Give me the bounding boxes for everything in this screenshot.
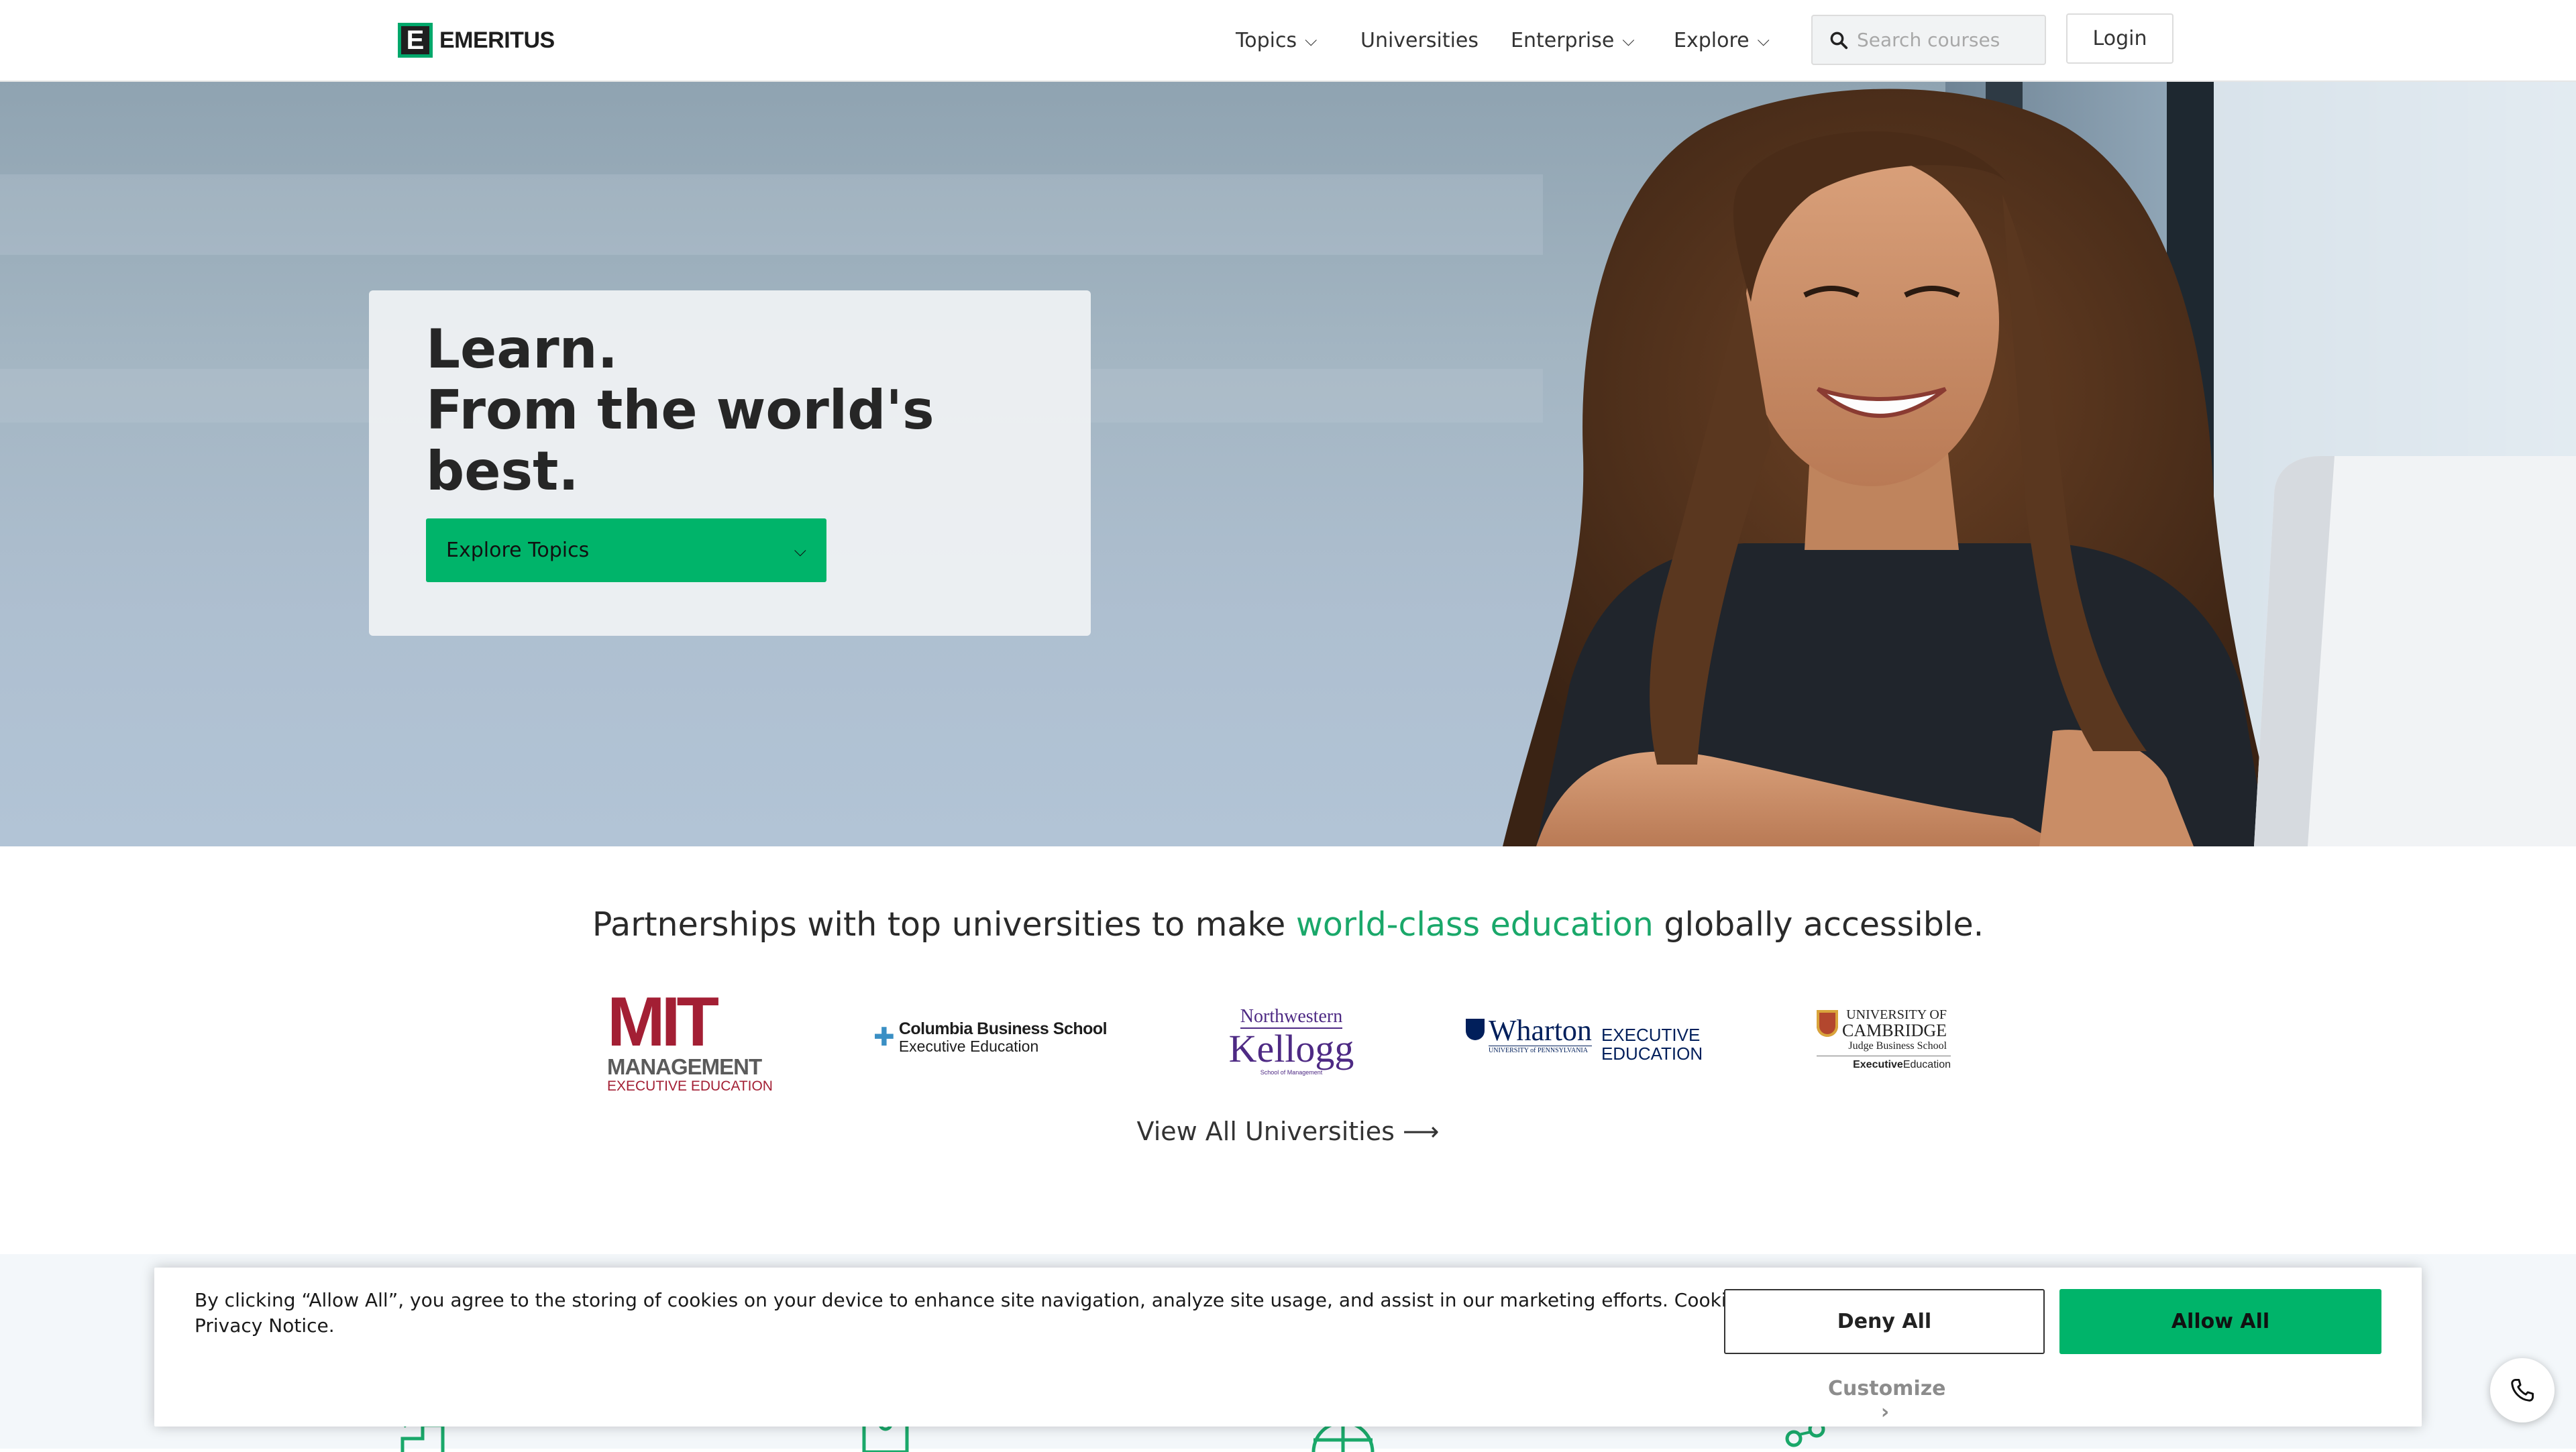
login-button[interactable]: Login — [2066, 13, 2174, 64]
nav-topics-label: Topics — [1236, 28, 1297, 52]
call-button[interactable] — [2490, 1358, 2555, 1422]
wharton-line4: EDUCATION — [1601, 1044, 1703, 1064]
explore-topics-label: Explore Topics — [446, 539, 590, 562]
kellogg-logo[interactable]: Northwestern Kellogg School of Managemen… — [1228, 1006, 1355, 1113]
nav-universities[interactable]: Universities — [1360, 0, 1479, 80]
cookie-consent-banner: By clicking “Allow All”, you agree to th… — [154, 1268, 2422, 1427]
columbia-business-school-logo[interactable]: ✚ Columbia Business School Executive Edu… — [873, 1019, 1115, 1127]
mit-mark: MIT — [607, 983, 719, 1061]
chevron-down-icon: ⌵ — [1757, 31, 1770, 50]
partners-heading-text: Partnerships with top universities to ma… — [592, 905, 1296, 944]
phone-icon — [2511, 1378, 2534, 1402]
wharton-line2: UNIVERSITY of PENNSYLVANIA — [1489, 1046, 1592, 1056]
view-all-universities-link[interactable]: View All Universities ⟶ — [0, 1117, 2576, 1146]
wharton-logo[interactable]: Wharton UNIVERSITY of PENNSYLVANIA EXECU… — [1466, 1016, 1714, 1123]
cambridge-judge-logo[interactable]: UNIVERSITY OF CAMBRIDGE Judge Business S… — [1817, 1007, 1951, 1115]
nav-universities-label: Universities — [1360, 28, 1479, 52]
columbia-line2: Executive Education — [898, 1038, 1039, 1055]
partners-heading-accent: world-class education — [1295, 905, 1654, 944]
hero-card: Learn. From the world's best. Explore To… — [369, 290, 1091, 636]
chevron-down-icon: ⌵ — [794, 541, 806, 560]
hero-title-line: From the world's — [426, 379, 934, 441]
cambridge-line2: CAMBRIDGE — [1842, 1021, 1947, 1040]
deny-all-button[interactable]: Deny All — [1724, 1289, 2045, 1354]
kellogg-line2: Kellogg — [1228, 1027, 1354, 1070]
wharton-shield-icon — [1466, 1019, 1485, 1040]
cambridge-line4b: Education — [1902, 1059, 1951, 1070]
logo-mark: E — [398, 23, 433, 58]
hero-title-line: best. — [426, 440, 579, 502]
mit-sloan-logo[interactable]: MIT MANAGEMENT EXECUTIVE EDUCATION — [607, 983, 782, 1094]
wharton-line1: Wharton — [1489, 1014, 1592, 1047]
nav-enterprise[interactable]: Enterprise ⌵ — [1511, 0, 1635, 80]
cambridge-exec-ed: ExecutiveEducation — [1817, 1056, 1951, 1071]
kellogg-line1: Northwestern — [1240, 1006, 1343, 1029]
search-box[interactable] — [1811, 15, 2046, 65]
view-all-universities-label: View All Universities ⟶ — [1136, 1117, 1440, 1146]
logo-text: EMERITUS — [439, 27, 555, 53]
customize-link[interactable]: Customize › — [1828, 1377, 1946, 1424]
chevron-down-icon: ⌵ — [1622, 31, 1635, 50]
nav-topics[interactable]: Topics ⌵ — [1236, 0, 1317, 80]
columbia-crown-icon: ✚ — [873, 1022, 895, 1052]
hero-title: Learn. From the world's best. — [426, 319, 1030, 502]
explore-topics-dropdown[interactable]: Explore Topics ⌵ — [426, 518, 826, 582]
nav-explore[interactable]: Explore ⌵ — [1674, 0, 1770, 80]
site-header: E EMERITUS Topics ⌵ Universities Enterpr… — [0, 0, 2576, 82]
columbia-line1: Columbia Business School — [898, 1019, 1108, 1038]
cambridge-crest-icon — [1817, 1010, 1838, 1037]
search-icon — [1830, 32, 1848, 49]
cambridge-line1: UNIVERSITY OF — [1846, 1007, 1947, 1022]
partners-heading: Partnerships with top universities to ma… — [0, 905, 2576, 944]
partners-heading-text: globally accessible. — [1653, 905, 1984, 944]
nav-enterprise-label: Enterprise — [1511, 28, 1615, 52]
allow-all-button[interactable]: Allow All — [2059, 1289, 2381, 1354]
mit-line1: MANAGEMENT — [607, 1054, 762, 1079]
hero-title-line: Learn. — [426, 318, 619, 380]
mit-line2: EXECUTIVE EDUCATION — [607, 1078, 773, 1094]
cambridge-line4a: Executive — [1853, 1059, 1903, 1070]
emeritus-logo[interactable]: E EMERITUS — [398, 20, 555, 60]
cookie-consent-text: By clicking “Allow All”, you agree to th… — [195, 1289, 1811, 1337]
search-input[interactable] — [1856, 28, 2039, 52]
wharton-line3: EXECUTIVE — [1601, 1025, 1701, 1045]
chevron-down-icon: ⌵ — [1305, 31, 1318, 50]
nav-explore-label: Explore — [1674, 28, 1750, 52]
hero-banner: Learn. From the world's best. Explore To… — [0, 80, 2576, 846]
cambridge-line3: Judge Business School — [1848, 1040, 1947, 1052]
